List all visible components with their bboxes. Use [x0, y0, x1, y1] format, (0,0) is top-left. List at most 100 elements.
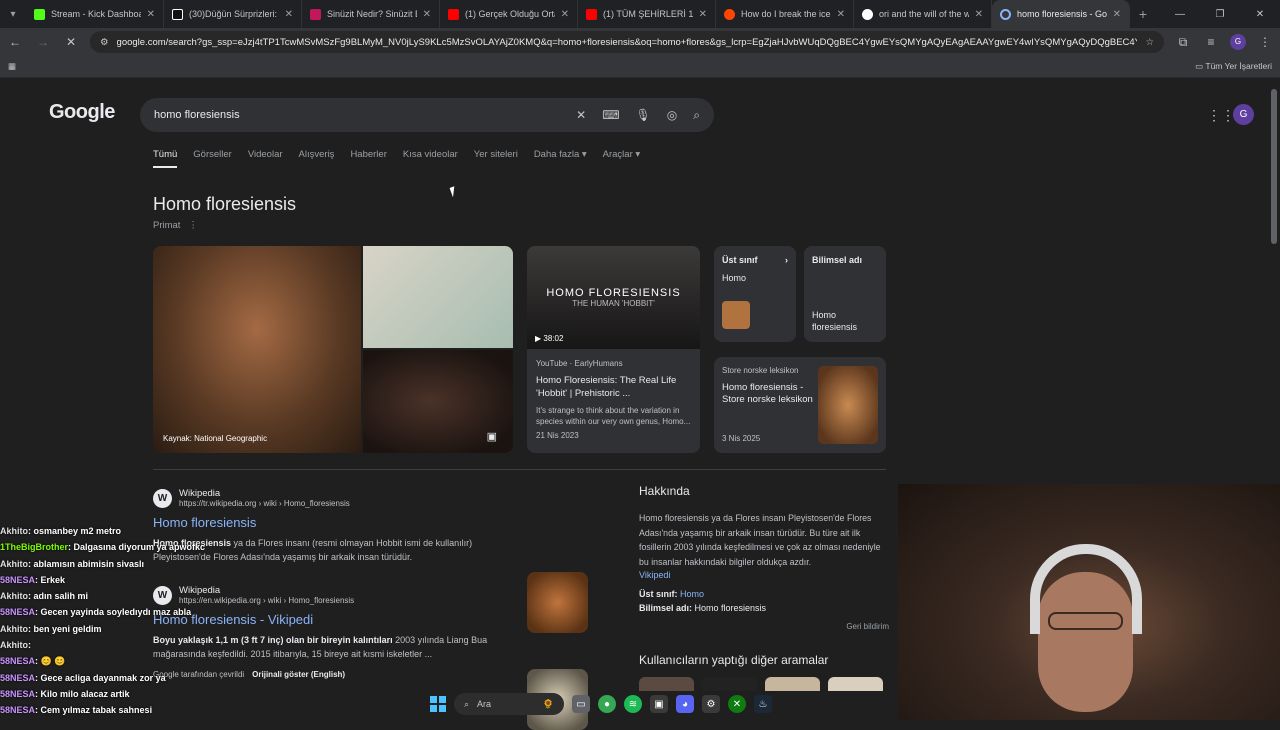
tab-shopping[interactable]: Alışveriş: [299, 149, 335, 168]
browser-tab[interactable]: (30)Düğün Sürprizleri: Eğ ✕: [164, 0, 302, 28]
video-thumbnail[interactable]: HOMO FLORESIENSIS THE HUMAN 'HOBBIT' ▶ 3…: [527, 246, 700, 349]
tab-more[interactable]: Daha fazla ▾: [534, 149, 587, 168]
browser-tab[interactable]: How do I break the ice su ✕: [716, 0, 854, 28]
lens-icon[interactable]: ◎: [667, 108, 677, 122]
about-source-link[interactable]: Vikipedi: [639, 570, 889, 580]
about-text: Homo floresiensis ya da Flores insanı Pl…: [639, 513, 881, 567]
forward-icon[interactable]: →: [34, 35, 52, 49]
hominin-face-image[interactable]: Kaynak: National Geographic: [153, 246, 361, 453]
scrollbar-thumb[interactable]: [1271, 89, 1277, 244]
close-icon[interactable]: ✕: [561, 9, 569, 20]
clear-icon[interactable]: ✕: [576, 108, 586, 122]
address-bar[interactable]: ⚙ google.com/search?gs_ssp=eJzj4tTP1TcwM…: [90, 31, 1164, 53]
tab-label: homo floresiensis - Goog: [1017, 9, 1107, 19]
tab-label: ori and the will of the wisp: [879, 9, 969, 19]
about-fact-link[interactable]: Homo: [680, 589, 704, 599]
tab-tools[interactable]: Araçlar ▾: [603, 149, 641, 168]
browser-tab[interactable]: (1) TÜM ŞEHİRLERİ 100 Y ✕: [578, 0, 716, 28]
steam-icon[interactable]: ♨: [754, 695, 772, 713]
chat-text: :: [28, 640, 31, 651]
snl-card[interactable]: Store norske leksikon Homo floresiensis …: [714, 357, 886, 453]
file-explorer-icon[interactable]: ▭: [572, 695, 590, 713]
chrome-icon[interactable]: ●: [598, 695, 616, 713]
video-title[interactable]: Homo Floresiensis: The Real Life 'Hobbit…: [527, 368, 700, 400]
more-options-icon[interactable]: ⋮: [183, 220, 198, 231]
spotify-icon[interactable]: ≋: [624, 695, 642, 713]
maximize-icon[interactable]: ❐: [1200, 9, 1240, 20]
video-card[interactable]: HOMO FLORESIENSIS THE HUMAN 'HOBBIT' ▶ 3…: [527, 246, 700, 453]
media-icon[interactable]: ≡: [1202, 35, 1220, 49]
extensions-icon[interactable]: ⧉: [1174, 35, 1192, 50]
close-icon[interactable]: ✕: [699, 9, 707, 20]
chat-message: Akhito:: [0, 637, 430, 653]
subtitle-label: Primat: [153, 220, 181, 231]
fact-card-parent-taxon[interactable]: Üst sınıf › Homo: [714, 246, 796, 342]
site-icon: [310, 8, 321, 20]
snl-title[interactable]: Homo floresiensis - Store norske leksiko…: [722, 382, 814, 406]
browser-tab[interactable]: ori and the will of the wisp ✕: [854, 0, 992, 28]
windows-start-icon[interactable]: [430, 696, 446, 712]
close-icon[interactable]: ✕: [147, 9, 155, 20]
apps-grid-icon[interactable]: ▦: [8, 61, 16, 72]
video-date: 21 Nis 2023: [536, 431, 579, 440]
store-icon[interactable]: ▣: [650, 695, 668, 713]
windows-taskbar: ⌕ Ara 🌻 ▭ ● ≋ ▣ ◕ ⚙ ✕ ♨: [430, 688, 850, 720]
tab-search-icon[interactable]: ▾: [0, 0, 26, 28]
fact-label: Bilimsel adı: [812, 255, 863, 265]
stop-icon[interactable]: ✕: [62, 35, 80, 49]
result-thumbnail[interactable]: [527, 572, 588, 633]
chat-username: Akhito: [0, 640, 28, 651]
search-box[interactable]: homo floresiensis ✕ ⌨ 🎙 ◎ ⌕: [140, 98, 714, 132]
google-logo[interactable]: Google: [49, 101, 115, 124]
tab-places[interactable]: Yer siteleri: [474, 149, 518, 168]
migration-map-image[interactable]: [363, 246, 513, 348]
result-site[interactable]: W Wikipedia https://tr.wikipedia.org › wi…: [153, 488, 513, 508]
tab-label: (1) TÜM ŞEHİRLERİ 100 Y: [603, 9, 693, 19]
chat-text: : ablamısın abimisin sivaslı: [28, 558, 145, 569]
skull-image: [818, 366, 878, 444]
xbox-icon[interactable]: ✕: [728, 695, 746, 713]
taskbar-search[interactable]: ⌕ Ara 🌻: [454, 693, 564, 715]
feedback-link[interactable]: Geri bildirim: [639, 622, 889, 631]
new-tab-button[interactable]: +: [1130, 6, 1156, 22]
minimize-icon[interactable]: —: [1160, 9, 1200, 20]
discord-icon[interactable]: ◕: [676, 695, 694, 713]
tab-images[interactable]: Görseller: [193, 149, 232, 168]
bookmark-star-icon[interactable]: ☆: [1145, 37, 1154, 48]
tab-short-videos[interactable]: Kısa videolar: [403, 149, 458, 168]
avatar[interactable]: G: [1233, 104, 1254, 125]
tab-news[interactable]: Haberler: [350, 149, 386, 168]
all-bookmarks-link[interactable]: ▭ Tüm Yer İşaretleri: [1195, 61, 1272, 72]
close-icon[interactable]: ✕: [837, 9, 845, 20]
video-thumb-subtitle: THE HUMAN 'HOBBIT': [572, 299, 655, 308]
settings-icon[interactable]: ⚙: [702, 695, 720, 713]
search-input[interactable]: homo floresiensis: [154, 109, 560, 121]
search-icon[interactable]: ⌕: [693, 108, 700, 123]
video-snippet: It's strange to think about the variatio…: [536, 406, 691, 426]
tab-videos[interactable]: Videolar: [248, 149, 283, 168]
back-icon[interactable]: ←: [6, 35, 24, 49]
fact-card-scientific-name[interactable]: Bilimsel adı Homo floresiensis: [804, 246, 886, 342]
microphone-icon[interactable]: 🎙: [636, 108, 651, 122]
address-url: google.com/search?gs_ssp=eJzj4tTP1TcwMSv…: [116, 36, 1138, 48]
close-icon[interactable]: ✕: [975, 9, 983, 20]
close-window-icon[interactable]: ✕: [1240, 9, 1280, 20]
tab-all[interactable]: Tümü: [153, 149, 178, 168]
close-icon[interactable]: ✕: [1113, 9, 1121, 20]
mouse-cursor: [449, 184, 463, 198]
browser-tab[interactable]: (1) Gerçek Olduğu Ortaya ✕: [440, 0, 578, 28]
browser-tab[interactable]: Stream - Kick Dashboard ✕: [26, 0, 164, 28]
keyboard-icon[interactable]: ⌨: [602, 108, 619, 122]
close-icon[interactable]: ✕: [285, 9, 293, 20]
reddit-icon: [724, 8, 735, 20]
gallery-icon[interactable]: ▣: [487, 430, 497, 443]
site-info-icon[interactable]: ⚙: [100, 37, 109, 48]
menu-icon[interactable]: ⋮: [1256, 35, 1274, 49]
fact-value: Homo floresiensis: [812, 310, 858, 332]
profile-icon[interactable]: G: [1230, 34, 1246, 50]
google-icon: [862, 8, 873, 20]
hominin-reconstruction-image[interactable]: ▣: [363, 350, 513, 453]
close-icon[interactable]: ✕: [423, 9, 431, 20]
browser-tab[interactable]: Sinüzit Nedir? Sinüzit Belir ✕: [302, 0, 440, 28]
browser-tab-active[interactable]: homo floresiensis - Goog ✕: [992, 0, 1130, 28]
